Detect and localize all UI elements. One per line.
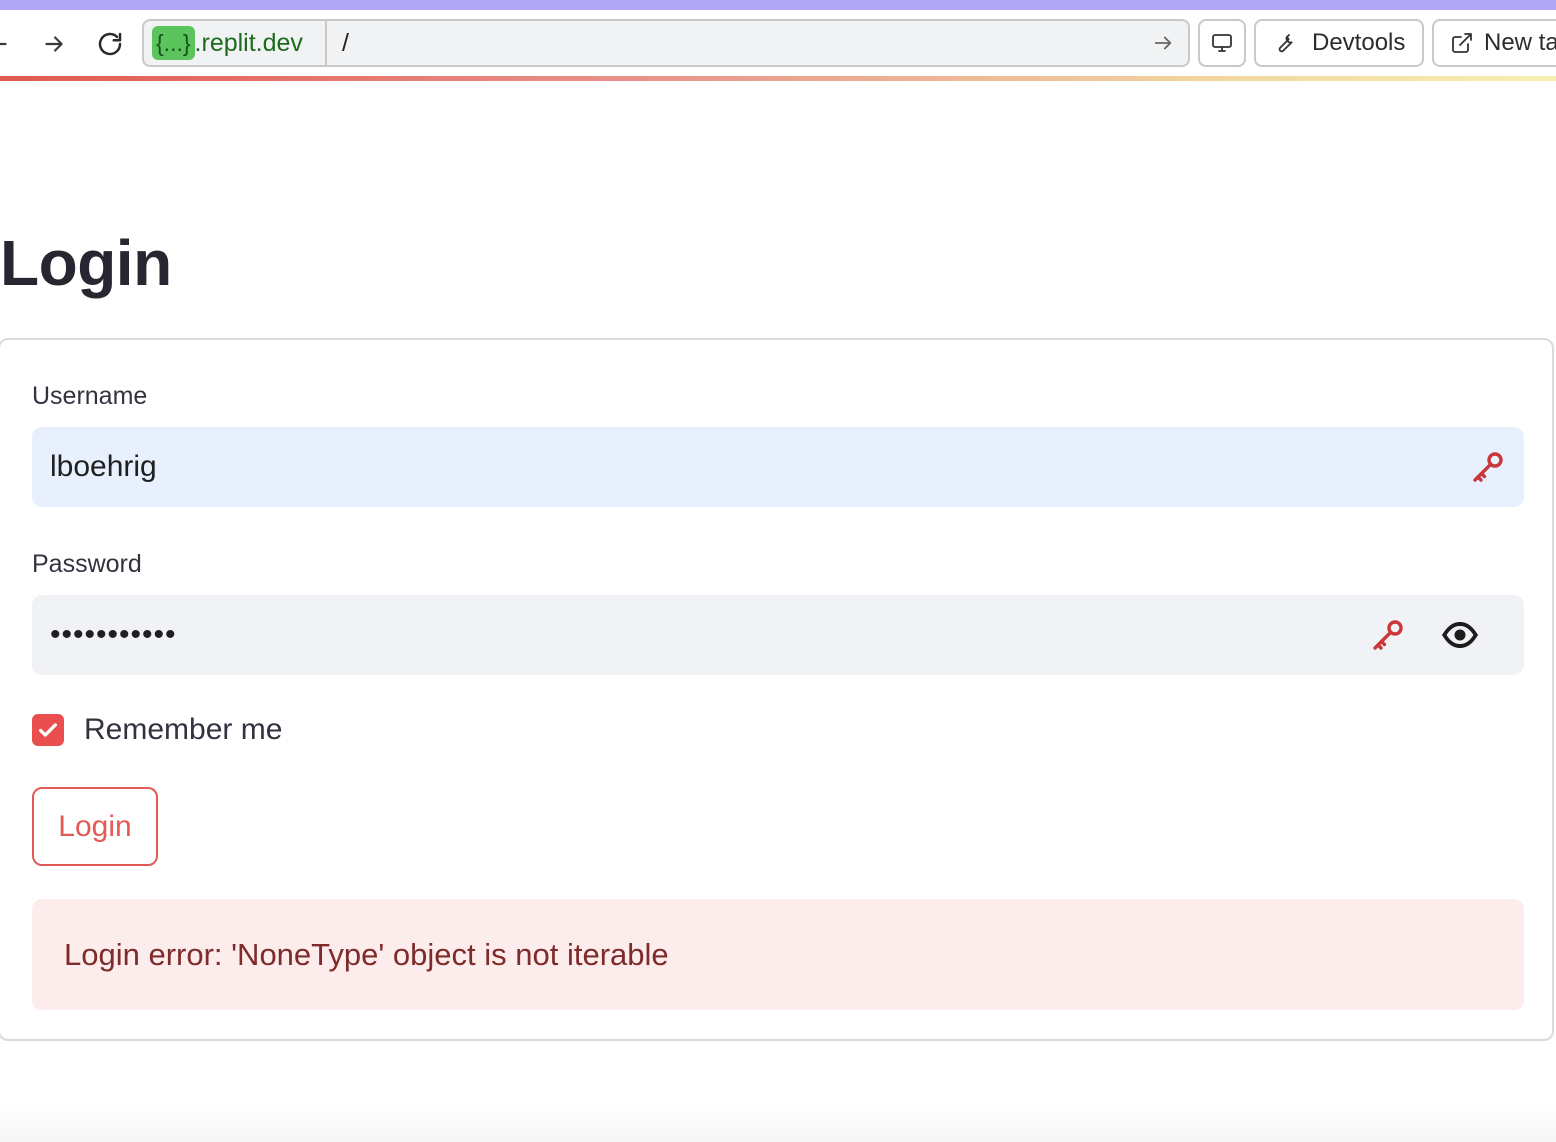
arrow-left-icon xyxy=(0,42,7,46)
remember-me-label: Remember me xyxy=(84,713,283,746)
devtools-label: Devtools xyxy=(1312,29,1406,56)
page-bottom-fade xyxy=(0,1100,1556,1142)
remember-me[interactable]: Remember me xyxy=(32,712,282,748)
remember-me-checkbox[interactable] xyxy=(32,714,64,746)
url-path-input[interactable]: / xyxy=(342,21,349,65)
login-form: Username lboehrig Password ••••••••••• R… xyxy=(0,338,1554,1041)
address-bar[interactable]: {...} .replit.dev / xyxy=(142,19,1190,67)
key-icon[interactable] xyxy=(1470,449,1506,485)
password-label: Password xyxy=(32,550,142,578)
go-arrow-icon[interactable] xyxy=(1152,32,1174,54)
key-icon[interactable] xyxy=(1370,617,1406,653)
password-value[interactable]: ••••••••••• xyxy=(50,595,177,675)
new-tab-button[interactable]: New ta xyxy=(1432,19,1556,67)
username-field[interactable]: lboehrig xyxy=(32,427,1524,507)
page-title: Login xyxy=(0,227,172,299)
loading-bar xyxy=(0,76,1556,81)
url-chip: {...} xyxy=(152,26,195,60)
external-link-icon xyxy=(1452,33,1472,53)
forward-button[interactable] xyxy=(34,24,74,64)
eye-icon[interactable] xyxy=(1440,617,1480,653)
username-label: Username xyxy=(32,382,148,410)
username-value[interactable]: lboehrig xyxy=(50,427,157,507)
devtools-button[interactable]: Devtools xyxy=(1254,19,1424,67)
screen-button[interactable] xyxy=(1198,19,1246,67)
reload-button[interactable] xyxy=(90,24,130,64)
new-tab-label: New ta xyxy=(1484,29,1556,56)
arrow-right-icon xyxy=(45,36,63,52)
wrench-icon xyxy=(1278,34,1293,53)
url-divider xyxy=(325,21,327,65)
url-host: {...} .replit.dev xyxy=(152,21,303,65)
reload-icon xyxy=(98,32,122,56)
error-message: Login error: 'NoneType' object is not it… xyxy=(64,937,669,972)
monitor-icon xyxy=(1212,34,1232,52)
password-field[interactable]: ••••••••••• xyxy=(32,595,1524,675)
browser-top-accent xyxy=(0,0,1556,10)
login-button[interactable]: Login xyxy=(32,787,158,866)
url-domain: .replit.dev xyxy=(194,28,303,57)
error-alert: Login error: 'NoneType' object is not it… xyxy=(32,899,1524,1010)
checkmark-icon xyxy=(39,723,57,737)
browser-toolbar: {...} .replit.dev / Devtools New ta xyxy=(0,10,1556,76)
back-button[interactable] xyxy=(0,24,18,64)
